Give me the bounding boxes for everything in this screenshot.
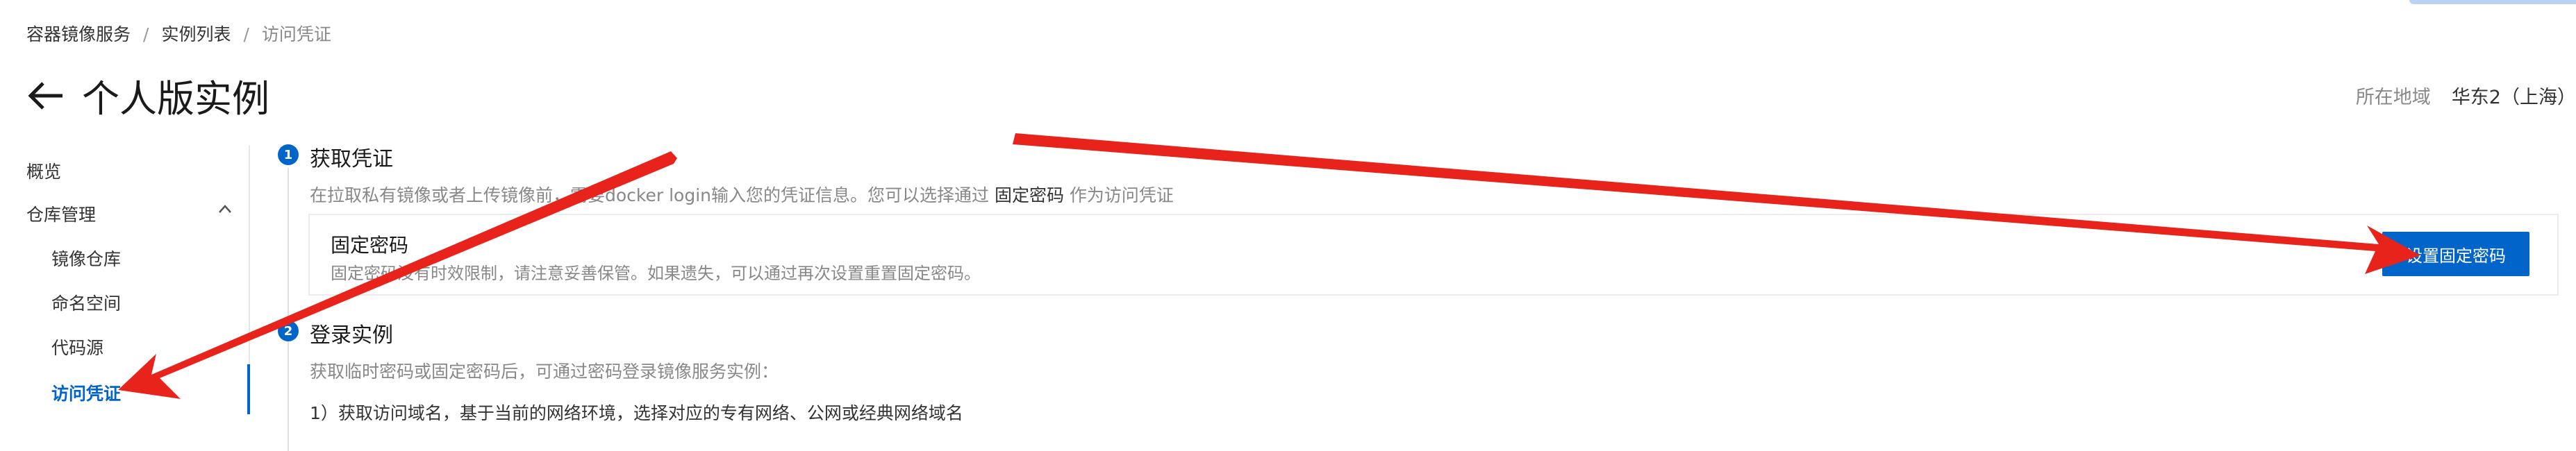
chevron-up-icon[interactable] bbox=[218, 204, 232, 214]
step-2-item-1: 1）获取访问域名，基于当前的网络环境，选择对应的专有网络、公网或经典网络域名 bbox=[310, 403, 963, 423]
page-header: 个人版实例 bbox=[26, 68, 269, 123]
sidebar-item-code-source[interactable]: 代码源 bbox=[51, 334, 103, 359]
back-arrow-icon[interactable] bbox=[26, 80, 65, 111]
card-description: 固定密码没有时效限制，请注意妥善保管。如果遗失，可以通过再次设置重置固定密码。 bbox=[331, 264, 981, 283]
region-info: 所在地域 华东2（上海） bbox=[2356, 82, 2576, 109]
top-right-bar bbox=[2409, 0, 2576, 4]
set-fixed-password-button[interactable]: 设置固定密码 bbox=[2382, 232, 2529, 276]
step-connector-line bbox=[288, 168, 289, 451]
step-2-badge: 2 bbox=[278, 321, 299, 341]
breadcrumb-item-service[interactable]: 容器镜像服务 bbox=[26, 24, 131, 44]
sidebar-item-access-credential[interactable]: 访问凭证 bbox=[51, 380, 121, 405]
region-label: 所在地域 bbox=[2355, 87, 2431, 108]
fixed-password-link: 固定密码 bbox=[994, 185, 1064, 205]
breadcrumb-item-instance-list[interactable]: 实例列表 bbox=[161, 24, 231, 44]
sidebar-item-overview[interactable]: 概览 bbox=[26, 158, 61, 183]
breadcrumb: 容器镜像服务 / 实例列表 / 访问凭证 bbox=[26, 21, 331, 46]
step-2-title: 登录实例 bbox=[310, 323, 393, 348]
annotation-arrows bbox=[118, 133, 2420, 399]
region-value: 华东2（上海） bbox=[2451, 87, 2576, 108]
sidebar-item-image-repo[interactable]: 镜像仓库 bbox=[51, 246, 121, 271]
sidebar: 概览 仓库管理 镜像仓库 命名空间 代码源 访问凭证 bbox=[0, 146, 250, 414]
breadcrumb-separator: / bbox=[143, 24, 149, 44]
sidebar-item-namespace[interactable]: 命名空间 bbox=[51, 290, 121, 315]
step-1-badge: 1 bbox=[278, 144, 299, 165]
step-1-title: 获取凭证 bbox=[310, 147, 393, 171]
page-title: 个人版实例 bbox=[82, 77, 269, 121]
breadcrumb-separator: / bbox=[243, 24, 249, 44]
breadcrumb-item-current: 访问凭证 bbox=[261, 24, 331, 44]
card-title: 固定密码 bbox=[331, 234, 409, 257]
sidebar-item-repo-management[interactable]: 仓库管理 bbox=[26, 201, 96, 226]
fixed-password-card: 固定密码 固定密码没有时效限制，请注意妥善保管。如果遗失，可以通过再次设置重置固… bbox=[308, 214, 2559, 296]
step-2-description: 获取临时密码或固定密码后，可通过密码登录镜像服务实例： bbox=[310, 361, 779, 382]
active-indicator bbox=[247, 364, 250, 414]
step-1-description: 在拉取私有镜像或者上传镜像前，需要docker login输入您的凭证信息。您可… bbox=[310, 185, 1174, 205]
